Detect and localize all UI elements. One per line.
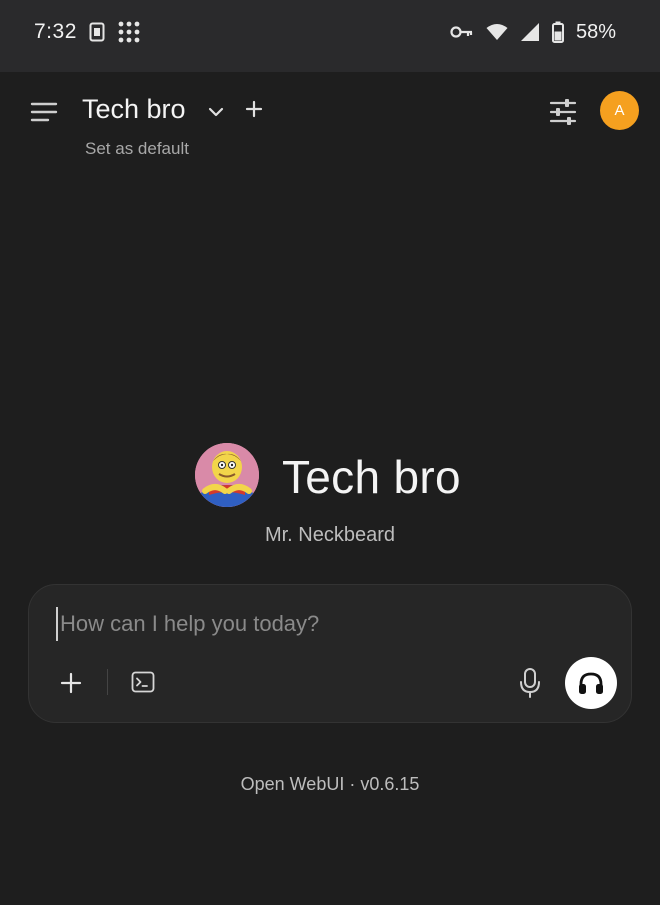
menu-icon[interactable] [30,100,58,124]
battery-percent: 58% [575,20,616,43]
hero-model-description: Mr. Neckbeard [264,524,396,546]
status-bar-left: 7:32 [34,20,141,44]
status-time: 7:32 [34,20,77,43]
signal-icon [520,22,540,42]
chevron-down-icon[interactable] [206,102,226,122]
vpn-key-icon [450,25,474,39]
top-bar: Tech bro Set as default A [0,72,660,170]
set-as-default-link[interactable]: Set as default [85,139,189,159]
model-avatar-image [195,443,259,507]
microphone-icon[interactable] [517,667,543,699]
version-footer: Open WebUI · v0.6.15 [240,774,420,794]
status-bar-right: 58% [450,21,616,44]
chat-controls-sliders-icon[interactable] [548,98,578,126]
voice-mode-button[interactable] [565,657,617,709]
app-grid-icon [117,21,141,43]
code-interpreter-terminal-icon[interactable] [130,670,156,694]
status-bar: 7:32 58% [0,0,660,72]
battery-icon [551,21,564,43]
message-input[interactable] [56,607,596,641]
sim-card-icon [89,22,105,42]
attach-plus-icon[interactable] [59,671,83,695]
wifi-icon [486,23,508,41]
message-composer [28,584,632,723]
user-avatar[interactable]: A [600,91,639,130]
hero-model-name: Tech bro [282,451,461,503]
add-model-plus-icon[interactable] [243,98,265,120]
toolbar-divider [107,669,108,695]
headphones-icon [577,670,605,696]
model-hero: Tech bro Mr. Neckbeard [0,440,660,560]
model-selector-title[interactable]: Tech bro [82,94,186,125]
